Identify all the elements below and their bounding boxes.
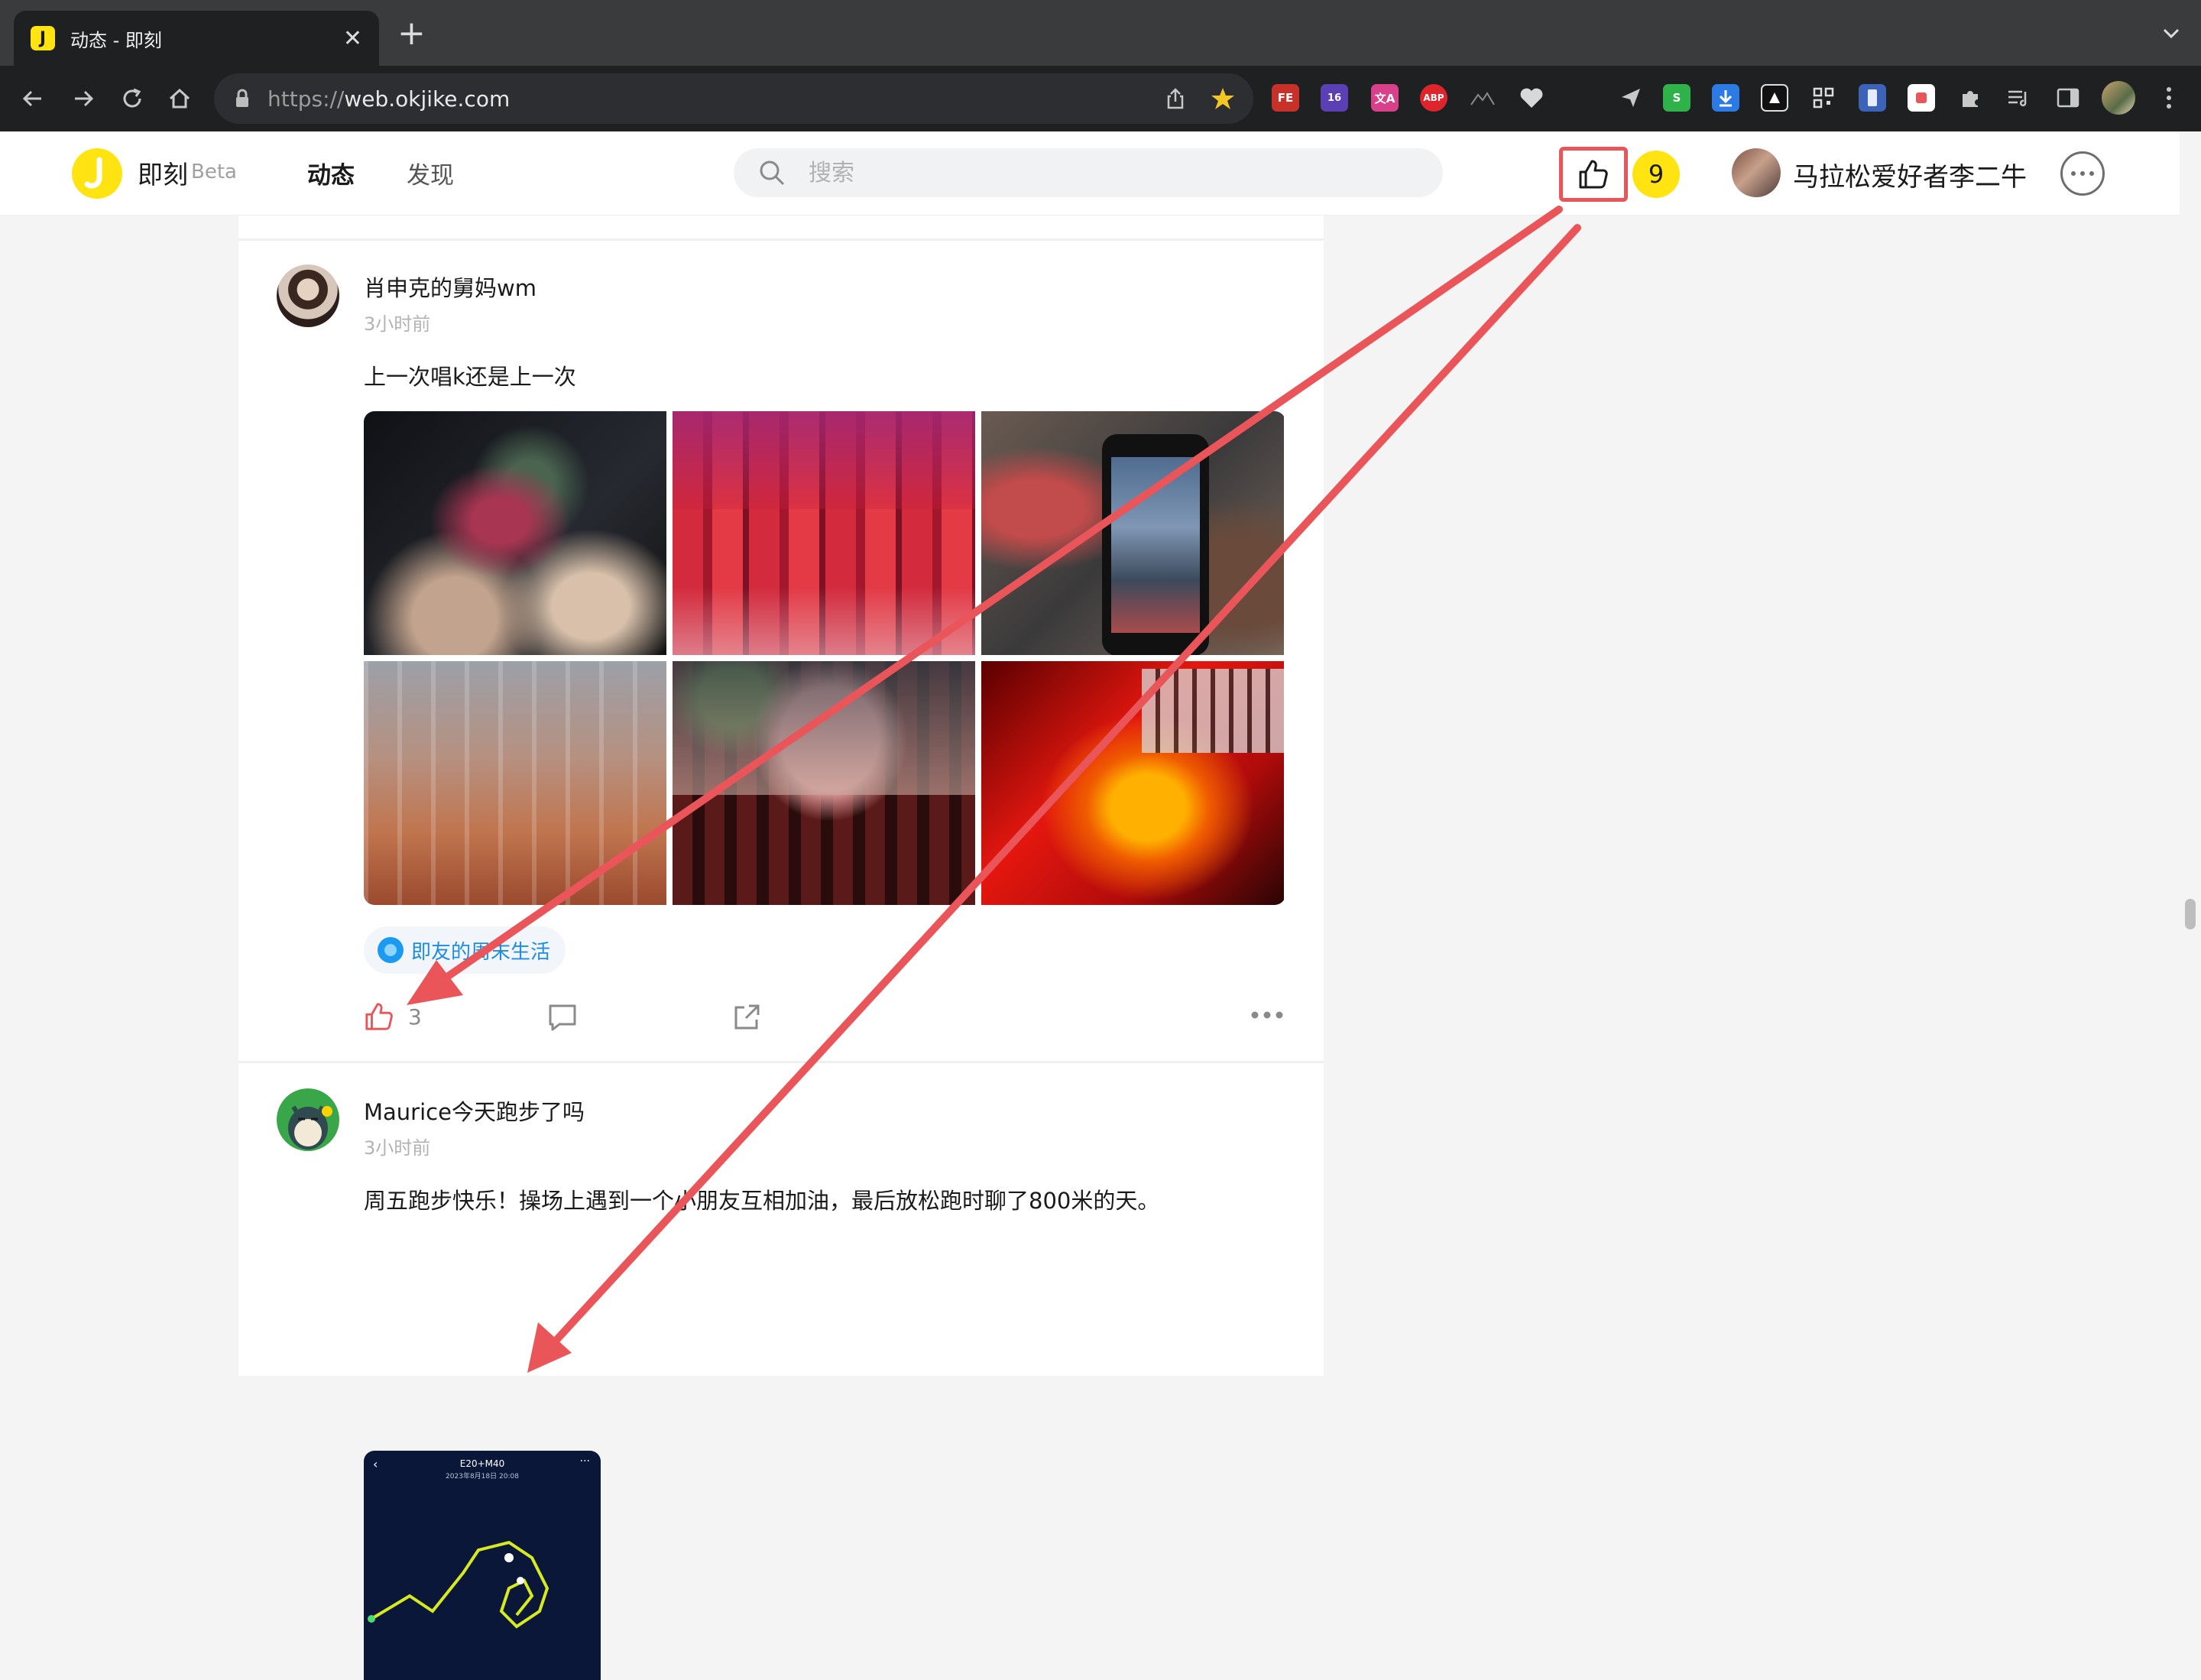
post-content: 周五跑步快乐！操场上遇到一个小朋友互相加油，最后放松跑时聊了800米的天。 (364, 1188, 1160, 1214)
share-button[interactable] (732, 1003, 761, 1032)
search-input[interactable] (807, 158, 1388, 187)
address-bar[interactable]: https://web.okjike.com (214, 73, 1253, 124)
home-icon[interactable] (162, 81, 197, 116)
post-image-glasses-row[interactable] (364, 661, 666, 905)
post-time: 3小时前 (364, 1137, 431, 1159)
comment-button[interactable] (547, 1003, 578, 1032)
post-content: 上一次唱k还是上一次 (364, 364, 576, 390)
reload-icon[interactable] (115, 81, 150, 116)
nav-feed-tab[interactable]: 动态 (307, 156, 355, 190)
jike-logo-icon[interactable] (72, 148, 122, 199)
post-more-icon[interactable] (1250, 1010, 1284, 1020)
post-topic-tag[interactable]: 即友的周末生活 (364, 926, 566, 974)
extension-send-icon[interactable] (1617, 84, 1645, 112)
tab-title: 动态 - 即刻 (70, 29, 162, 51)
post-author-avatar[interactable] (277, 264, 339, 327)
more-options-icon[interactable] (2060, 151, 2105, 196)
feed-column: 肖申克的舅妈wm 3小时前 上一次唱k还是上一次 即友的周末生活 3 Mauri… (238, 216, 1324, 1680)
topic-name: 即友的周末生活 (411, 940, 551, 964)
comment-icon (549, 1004, 576, 1031)
post-divider (238, 1061, 1324, 1063)
share-icon[interactable] (1162, 85, 1189, 112)
screenshot-more-icon: ··· (579, 1455, 590, 1468)
lock-icon (236, 89, 248, 107)
tab-search-chevron-icon[interactable] (2160, 21, 2183, 47)
site-header: 即刻 Beta 动态 发现 9 马拉松爱好者李二牛 (0, 131, 2180, 216)
user-avatar[interactable] (1732, 148, 1781, 197)
post-author-name[interactable]: Maurice今天跑步了吗 (364, 1095, 585, 1127)
topic-icon (378, 937, 404, 963)
extension-s-icon[interactable]: S (1663, 84, 1690, 112)
browser-tab[interactable]: J 动态 - 即刻 ✕ (14, 11, 379, 66)
post-image-run-map[interactable]: E20+M40 2023年8月18日 20:08 ‹ ··· (364, 1451, 601, 1680)
post-time: 3小时前 (364, 313, 431, 335)
extensions-puzzle-icon[interactable] (1956, 84, 1984, 112)
beta-label: Beta (191, 161, 237, 183)
post-image-bottles-toast[interactable] (364, 411, 666, 655)
scrollbar-track[interactable] (2180, 216, 2201, 1376)
bookmark-star-icon[interactable] (1209, 85, 1237, 112)
extension-mountain-icon[interactable] (1469, 84, 1496, 112)
like-count-badge[interactable]: 9 (1632, 151, 1680, 198)
post-image-grid (364, 411, 1285, 905)
extension-doc-icon[interactable] (1859, 84, 1886, 112)
search-icon (760, 161, 785, 186)
thumbs-up-icon (365, 1003, 393, 1030)
extension-arrow-icon[interactable] (1761, 84, 1788, 112)
browser-toolbar: https://web.okjike.com FE 16 文A ABP S (0, 66, 2201, 131)
username[interactable]: 马拉松爱好者李二牛 (1793, 156, 2027, 193)
post-image-red-bottles-row[interactable] (673, 411, 975, 655)
screenshot-back-icon: ‹ (373, 1457, 378, 1471)
like-count: 3 (408, 1004, 422, 1030)
nav-discover-tab[interactable]: 发现 (407, 156, 454, 190)
post-author-name[interactable]: 肖申克的舅妈wm (364, 271, 536, 303)
extension-red-card-icon[interactable] (1908, 84, 1935, 112)
scrollbar-thumb[interactable] (2185, 899, 2196, 929)
media-control-icon[interactable] (2005, 84, 2033, 112)
browser-menu-icon[interactable] (2155, 84, 2183, 112)
like-button[interactable]: 3 (364, 1001, 422, 1032)
post-image-phone-photo[interactable] (981, 411, 1284, 655)
new-tab-icon[interactable]: + (397, 17, 426, 50)
side-panel-icon[interactable] (2054, 84, 2082, 112)
thumbs-up-icon (1579, 160, 1608, 189)
search-bar[interactable] (734, 148, 1443, 197)
likes-notification-button[interactable] (1559, 147, 1628, 202)
post-image-red-glass-ktv[interactable] (981, 661, 1284, 905)
extension-download-icon[interactable] (1712, 84, 1739, 112)
run-screenshot-date: 2023年8月18日 20:08 (446, 1473, 519, 1481)
post-image-food-table[interactable] (673, 661, 975, 905)
profile-avatar-icon[interactable] (2102, 81, 2135, 115)
brand-name[interactable]: 即刻 (138, 154, 188, 191)
extension-qr-icon[interactable] (1810, 84, 1837, 112)
post-author-avatar[interactable] (277, 1088, 339, 1151)
run-route-map (368, 1540, 549, 1629)
extension-translate-icon[interactable]: 文A (1371, 84, 1399, 112)
extension-fe-icon[interactable]: FE (1272, 84, 1299, 112)
close-tab-icon[interactable]: ✕ (343, 25, 362, 52)
share-icon (734, 1004, 760, 1030)
feed-separator (238, 238, 1324, 241)
back-icon[interactable] (15, 81, 50, 116)
run-screenshot-title: E20+M40 (459, 1458, 505, 1469)
extension-heart-icon[interactable] (1518, 84, 1545, 112)
extension-graduation-icon[interactable]: 16 (1321, 84, 1348, 112)
browser-tab-strip: J 动态 - 即刻 ✕ + (0, 0, 2201, 66)
url-text: https://web.okjike.com (267, 86, 511, 112)
forward-icon[interactable] (66, 81, 101, 116)
jike-favicon-icon: J (31, 26, 55, 50)
adblock-plus-icon[interactable]: ABP (1420, 84, 1447, 112)
